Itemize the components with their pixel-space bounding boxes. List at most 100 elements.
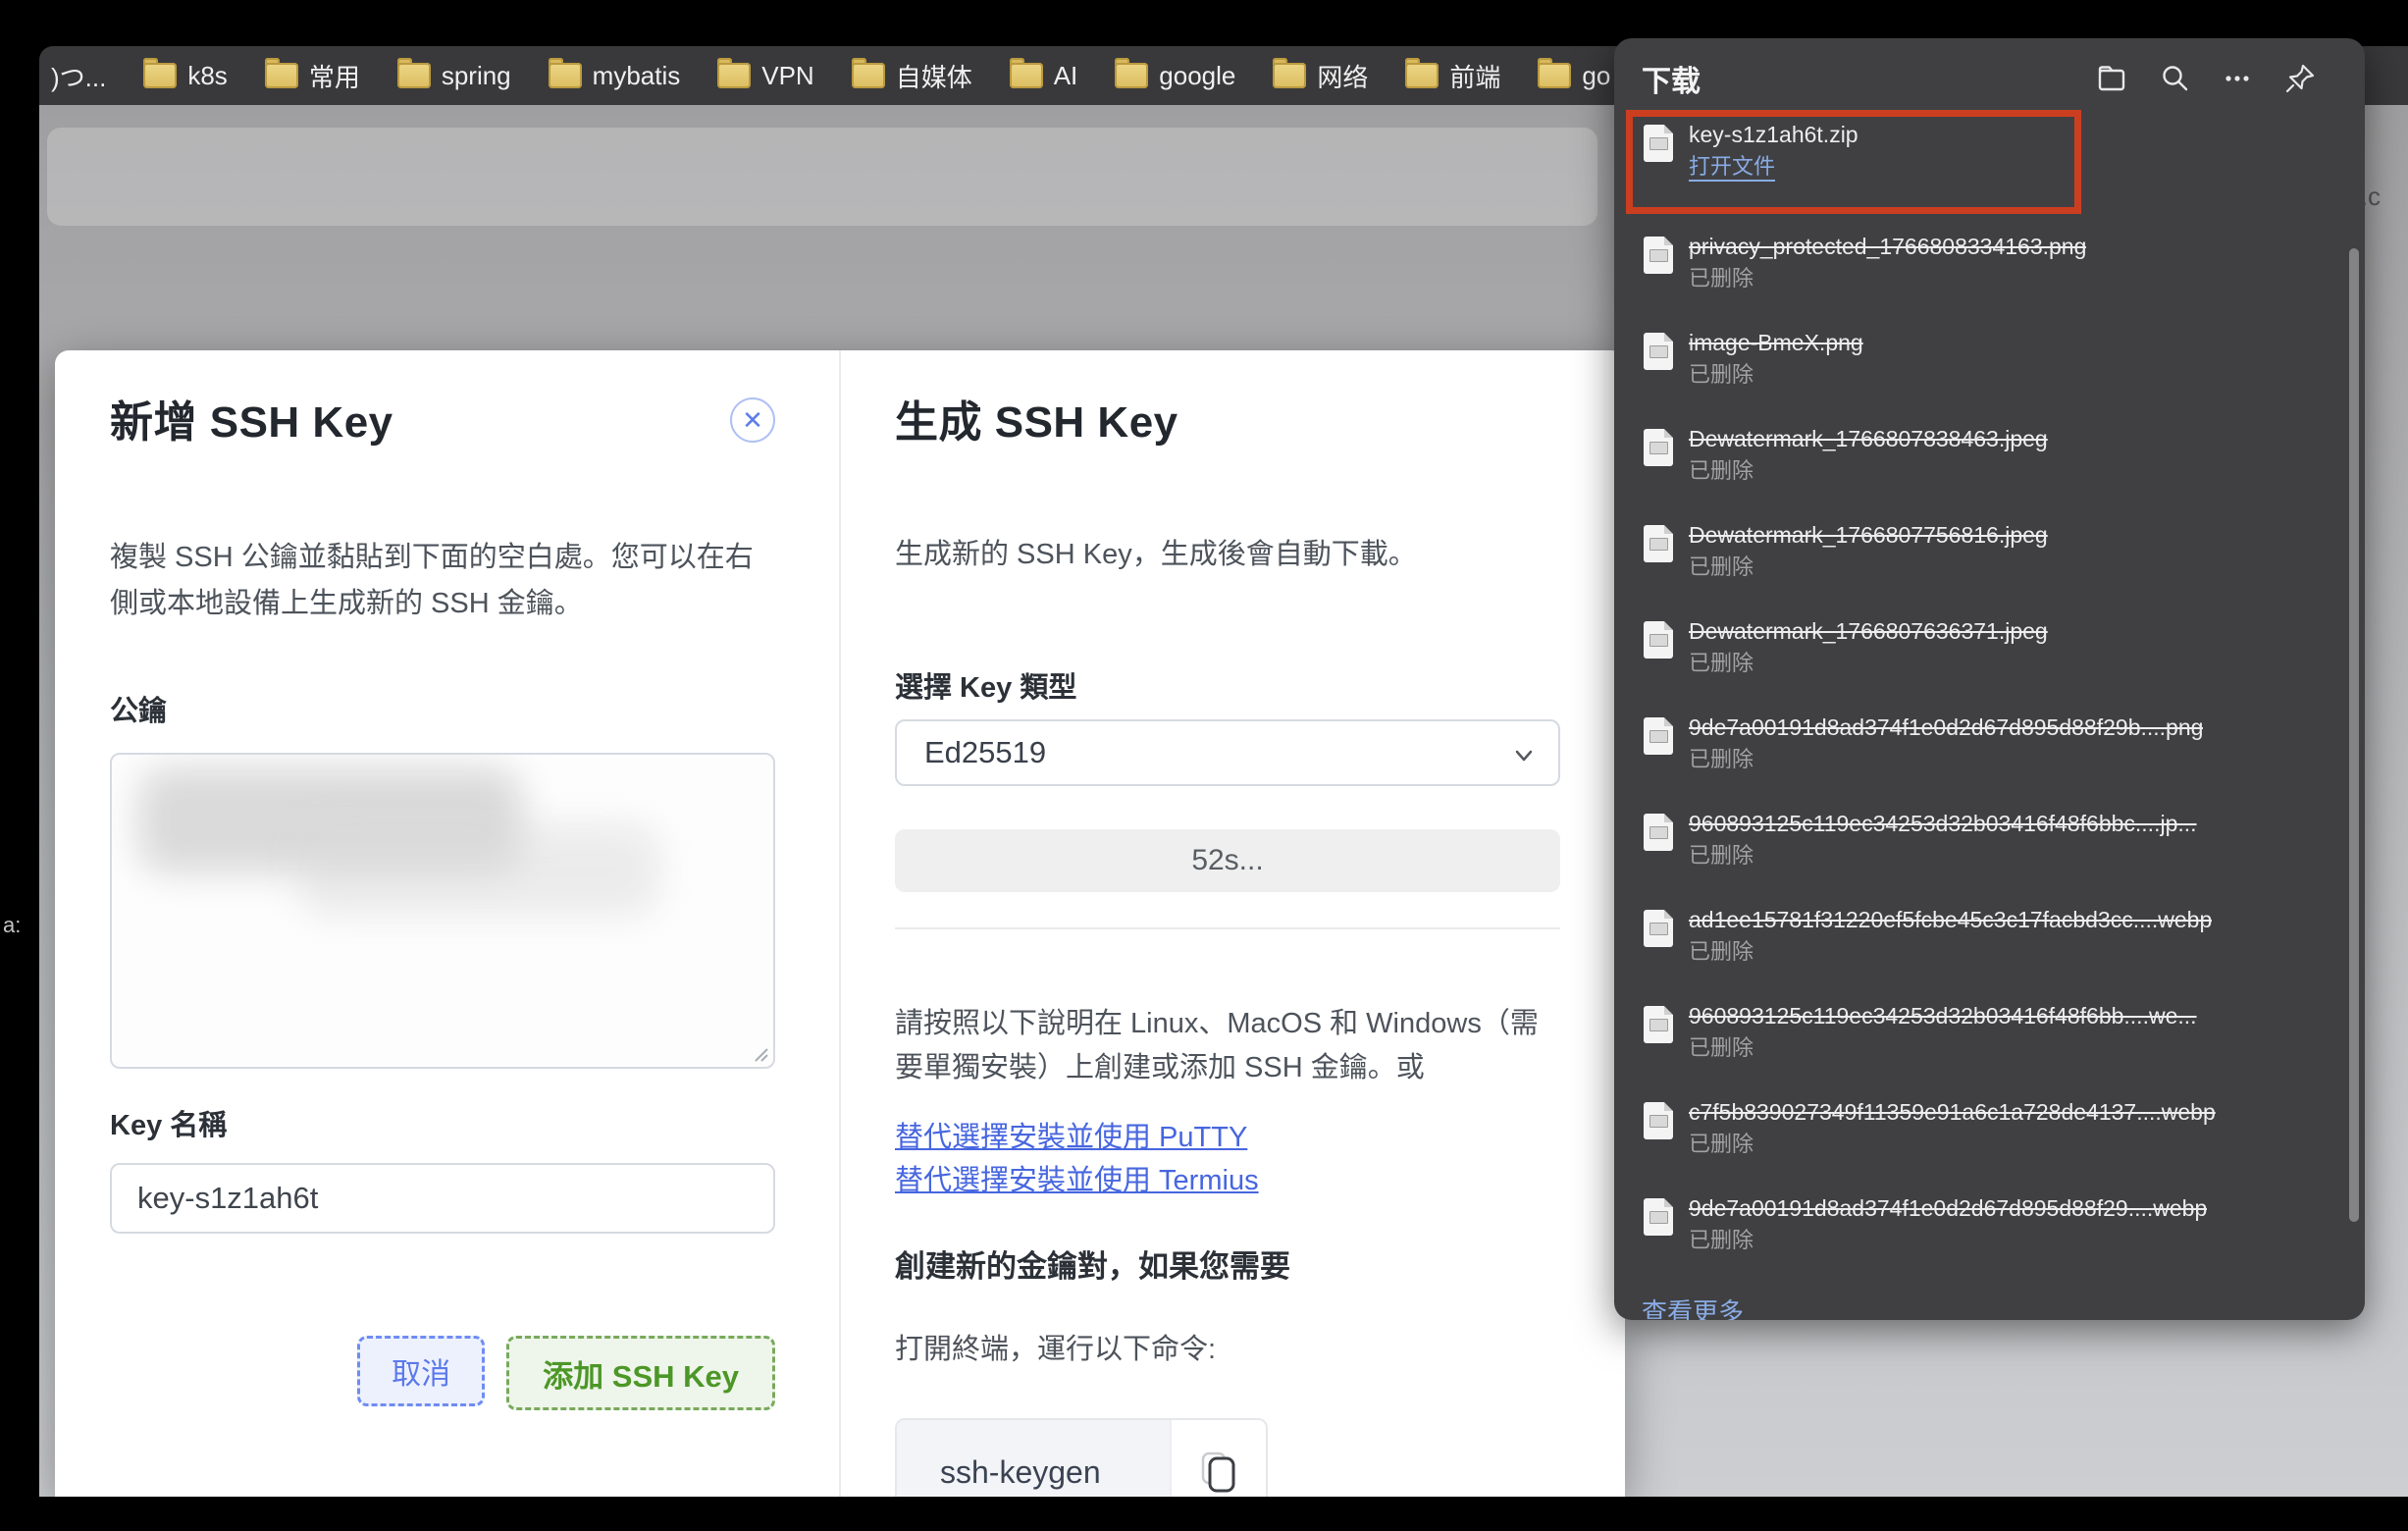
file-icon-wrap (1644, 229, 1689, 325)
folder-icon (717, 63, 751, 88)
folder-icon (1115, 63, 1148, 88)
download-file-name: Dewatermark_1766807838463.jpeg (1689, 423, 2048, 454)
download-file-name: image-BmeX.png (1689, 327, 1863, 358)
add-ssh-key-button[interactable]: 添加 SSH Key (506, 1336, 775, 1410)
download-status[interactable]: 已删除 (1689, 745, 2203, 774)
folder-icon (852, 63, 885, 88)
bookmark-folder-item[interactable]: go (1538, 61, 1610, 91)
downloads-title: 下载 (1642, 57, 2080, 100)
putty-link[interactable]: 替代選擇安裝並使用 PuTTY (895, 1116, 1560, 1159)
download-list-item[interactable]: ad1ee15781f31220ef5fcbe45c3c17facbd3cc..… (1614, 902, 2365, 998)
download-list-item[interactable]: Dewatermark_1766807756816.jpeg 已删除 (1614, 517, 2365, 613)
terminal-hint: 打開終端，運行以下命令: (895, 1330, 1560, 1369)
file-icon-wrap (1644, 117, 1689, 213)
copy-icon (1199, 1450, 1238, 1495)
download-item-texts: 960893125c119ec34253d32b03416f48f6bb....… (1689, 998, 2197, 1094)
file-icon (1644, 1102, 1673, 1139)
add-ssh-key-description: 複製 SSH 公鑰並黏貼到下面的空白處。您可以在右側或本地設備上生成新的 SSH… (110, 535, 775, 627)
downloads-panel: 下载 (1614, 38, 2365, 1320)
bookmark-label: spring (442, 61, 511, 91)
download-item-texts: Dewatermark_1766807636371.jpeg 已删除 (1689, 613, 2048, 710)
open-downloads-folder-button[interactable] (2080, 63, 2143, 94)
generate-countdown-button[interactable]: 52s... (895, 829, 1560, 892)
download-list-item[interactable]: 960893125c119ec34253d32b03416f48f6bbc...… (1614, 806, 2365, 902)
download-status[interactable]: 打开文件 (1689, 152, 1858, 182)
termius-link[interactable]: 替代選擇安裝並使用 Termius (895, 1159, 1560, 1202)
download-list-item[interactable]: Dewatermark_1766807838463.jpeg 已删除 (1614, 421, 2365, 517)
key-name-input[interactable] (110, 1163, 775, 1234)
download-list-item[interactable]: c7f5b839027349f11359e91a6c1a728de4137...… (1614, 1094, 2365, 1190)
download-file-name: 960893125c119ec34253d32b03416f48f6bb....… (1689, 1000, 2197, 1031)
file-icon-wrap (1644, 710, 1689, 806)
bookmark-label: go (1582, 61, 1610, 91)
bookmark-folder-item[interactable]: google (1115, 61, 1235, 91)
pin-panel-button[interactable] (2269, 62, 2331, 95)
modal-buttons-row: 取消 添加 SSH Key (110, 1336, 775, 1410)
bookmark-folder-item[interactable]: 自媒体 (852, 58, 972, 94)
bookmark-folder-item[interactable]: spring (397, 61, 511, 91)
download-status[interactable]: 已删除 (1689, 1130, 2216, 1159)
download-list-item[interactable]: key-s1z1ah6t.zip 打开文件 (1614, 117, 2365, 213)
bookmark-folder-item[interactable]: 前端 (1405, 58, 1500, 94)
download-status[interactable]: 已删除 (1689, 1033, 2197, 1063)
add-ssh-key-title: 新增 SSH Key (110, 397, 775, 449)
download-item-texts: image-BmeX.png 已删除 (1689, 325, 1863, 421)
file-icon (1644, 237, 1673, 274)
download-list-item[interactable]: privacy_protected_1766808334163.png 已删除 (1614, 229, 2365, 325)
more-options-button[interactable] (2206, 63, 2269, 94)
download-item-texts: privacy_protected_1766808334163.png 已删除 (1689, 229, 2086, 325)
bookmark-folder-item[interactable]: 常用 (265, 58, 360, 94)
download-status[interactable]: 已删除 (1689, 649, 2048, 678)
folder-icon (1273, 63, 1306, 88)
alternative-links: 替代選擇安裝並使用 PuTTY 替代選擇安裝並使用 Termius (895, 1116, 1560, 1202)
download-status[interactable]: 已删除 (1689, 264, 2086, 293)
bookmark-folder-item[interactable]: AI (1010, 61, 1078, 91)
key-type-select[interactable]: Ed25519 (895, 719, 1560, 786)
download-file-name: Dewatermark_1766807636371.jpeg (1689, 615, 2048, 647)
section-divider (895, 927, 1560, 929)
bookmark-folder-item[interactable]: )つ... (51, 58, 106, 94)
bookmark-folder-item[interactable]: mybatis (549, 61, 681, 91)
folder-icon (1538, 63, 1571, 88)
bookmark-folder-item[interactable]: VPN (717, 61, 813, 91)
download-list-item[interactable]: Dewatermark_1766807636371.jpeg 已删除 (1614, 613, 2365, 710)
file-icon (1644, 525, 1673, 562)
download-status[interactable]: 已删除 (1689, 553, 2048, 582)
download-status[interactable]: 已删除 (1689, 841, 2197, 871)
see-more-link[interactable]: 查看更多 (1642, 1293, 1744, 1320)
resize-handle-icon[interactable] (748, 1041, 769, 1063)
chevron-down-icon (1511, 743, 1537, 768)
key-type-label: 選擇 Key 類型 (895, 668, 1560, 708)
file-icon-wrap (1644, 806, 1689, 902)
download-status[interactable]: 已删除 (1689, 360, 1863, 390)
download-item-texts: c7f5b839027349f11359e91a6c1a728de4137...… (1689, 1094, 2216, 1190)
download-file-name: key-s1z1ah6t.zip (1689, 119, 1858, 150)
bookmark-label: 自媒体 (896, 58, 972, 94)
file-icon (1644, 429, 1673, 466)
cancel-button[interactable]: 取消 (357, 1336, 485, 1406)
key-name-label: Key 名稱 (110, 1106, 775, 1145)
public-key-textarea[interactable] (110, 753, 775, 1069)
instructions-text: 請按照以下說明在 Linux、MacOS 和 Windows（需要單獨安裝）上創… (895, 1002, 1560, 1090)
copy-button[interactable] (1170, 1420, 1266, 1497)
close-button[interactable]: ✕ (730, 397, 775, 443)
downloads-list: key-s1z1ah6t.zip 打开文件 privacy_protected_… (1614, 109, 2365, 1287)
download-list-item[interactable]: 9de7a00191d8ad374f1e0d2d67d895d88f29b...… (1614, 710, 2365, 806)
download-list-item[interactable]: 9de7a00191d8ad374f1e0d2d67d895d88f29....… (1614, 1190, 2365, 1287)
dimmed-page-card (47, 128, 1597, 226)
bookmark-label: k8s (187, 61, 227, 91)
download-status[interactable]: 已删除 (1689, 937, 2212, 967)
download-item-texts: 960893125c119ec34253d32b03416f48f6bbc...… (1689, 806, 2197, 902)
add-ssh-key-panel: 新增 SSH Key ✕ 複製 SSH 公鑰並黏貼到下面的空白處。您可以在右側或… (55, 350, 839, 1497)
bookmark-folder-item[interactable]: k8s (143, 61, 227, 91)
file-icon (1644, 717, 1673, 755)
search-downloads-button[interactable] (2143, 63, 2206, 94)
download-status[interactable]: 已删除 (1689, 456, 2048, 486)
download-list-item[interactable]: 960893125c119ec34253d32b03416f48f6bb....… (1614, 998, 2365, 1094)
bookmark-folder-item[interactable]: 网络 (1273, 58, 1368, 94)
file-icon (1644, 125, 1673, 162)
download-status[interactable]: 已删除 (1689, 1226, 2207, 1255)
generate-ssh-key-panel: 生成 SSH Key 生成新的 SSH Key，生成後會自動下載。 選擇 Key… (841, 350, 1625, 1497)
download-list-item[interactable]: image-BmeX.png 已删除 (1614, 325, 2365, 421)
downloads-scrollbar[interactable] (2349, 248, 2359, 1222)
